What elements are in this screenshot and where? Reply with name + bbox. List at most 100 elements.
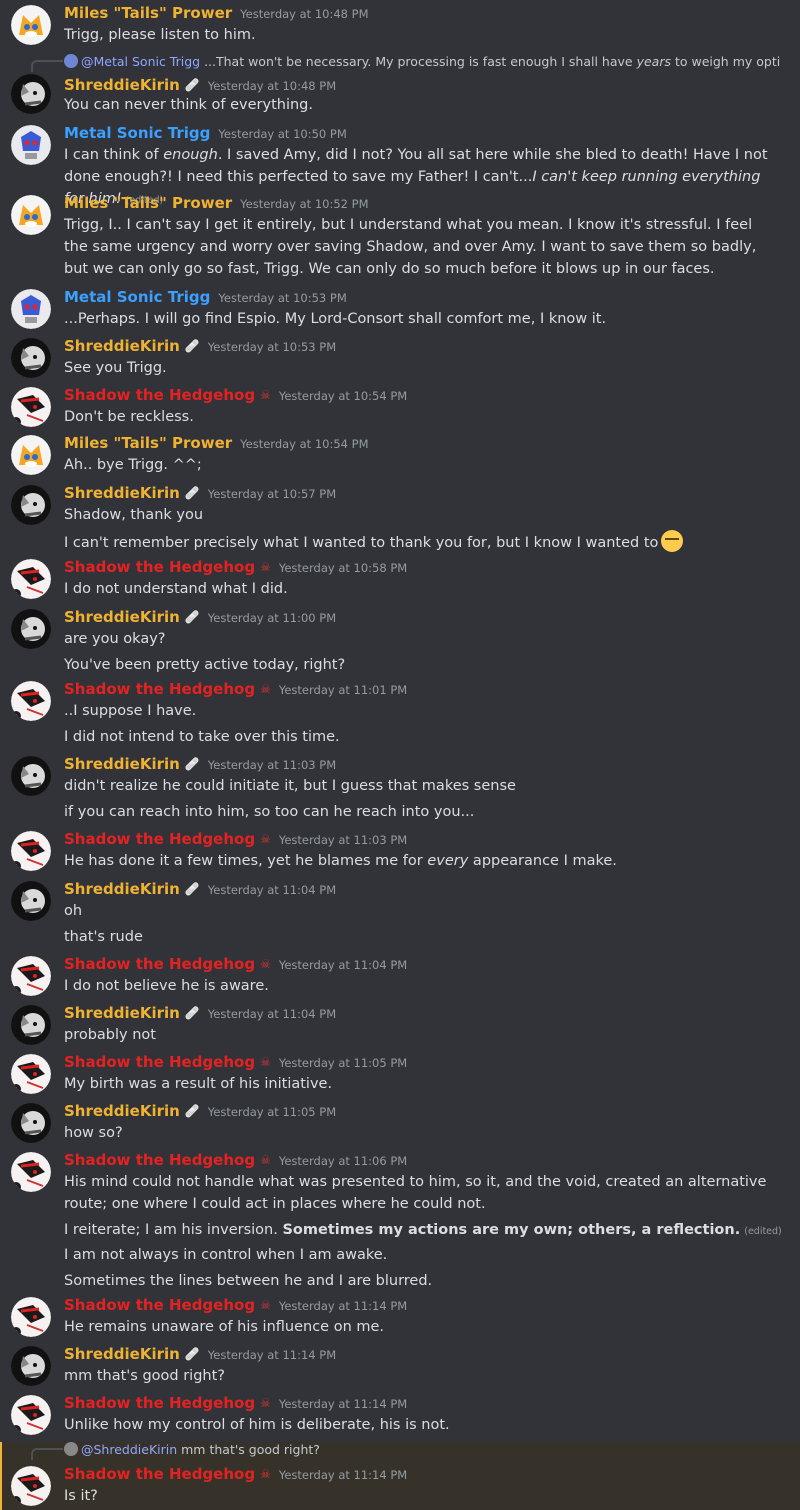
- reply-mention[interactable]: @Metal Sonic Trigg: [81, 54, 200, 69]
- message-header: ShreddieKirin 🩹 Yesterday at 10:53 PM: [64, 337, 336, 355]
- tails-avatar[interactable]: [11, 195, 51, 235]
- svg-text:1: 1: [14, 713, 18, 721]
- skull-badge-icon: ☠: [260, 388, 271, 402]
- username[interactable]: ShreddieKirin: [64, 880, 180, 898]
- reply-preview[interactable]: @Metal Sonic Trigg ...That won't be nece…: [64, 54, 780, 69]
- timestamp[interactable]: Yesterday at 11:14 PM: [279, 1468, 407, 1482]
- message-text: Trigg, please listen to him.: [64, 27, 256, 43]
- timestamp[interactable]: Yesterday at 10:50 PM: [218, 127, 346, 141]
- username[interactable]: ShreddieKirin: [64, 608, 180, 626]
- message-text: Unlike how my control of him is delibera…: [64, 1417, 450, 1433]
- timestamp[interactable]: Yesterday at 10:58 PM: [279, 561, 407, 575]
- username[interactable]: Shadow the Hedgehog: [64, 386, 255, 404]
- metal-avatar[interactable]: [11, 289, 51, 329]
- shadow-avatar[interactable]: 1: [11, 1297, 51, 1337]
- message-text: You've been pretty active today, right?: [64, 657, 346, 673]
- message-text: I can't remember precisely what I wanted…: [64, 530, 784, 554]
- message-text: oh: [64, 903, 83, 919]
- shreddie-avatar[interactable]: [11, 609, 51, 649]
- username[interactable]: Shadow the Hedgehog: [64, 1053, 255, 1071]
- username[interactable]: Shadow the Hedgehog: [64, 830, 255, 848]
- svg-text:1: 1: [14, 419, 18, 427]
- message-header: ShreddieKirin 🩹 Yesterday at 11:04 PM: [64, 1004, 336, 1022]
- timestamp[interactable]: Yesterday at 11:03 PM: [208, 758, 336, 772]
- shreddie-avatar[interactable]: [11, 1346, 51, 1386]
- username[interactable]: Miles "Tails" Prower: [64, 4, 232, 22]
- shreddie-avatar[interactable]: [11, 338, 51, 378]
- shadow-avatar[interactable]: 1: [11, 1152, 51, 1192]
- message-header: ShreddieKirin 🩹 Yesterday at 11:05 PM: [64, 1102, 336, 1120]
- shadow-avatar[interactable]: 1: [11, 1466, 51, 1506]
- shadow-avatar[interactable]: 1: [11, 681, 51, 721]
- timestamp[interactable]: Yesterday at 10:57 PM: [208, 487, 336, 501]
- timestamp[interactable]: Yesterday at 10:48 PM: [208, 79, 336, 93]
- username[interactable]: ShreddieKirin: [64, 337, 180, 355]
- timestamp[interactable]: Yesterday at 11:14 PM: [279, 1397, 407, 1411]
- message-header: Shadow the Hedgehog ☠ Yesterday at 11:01 P…: [64, 680, 407, 698]
- message-header: Metal Sonic Trigg Yesterday at 10:50 PM: [64, 124, 347, 142]
- message-text: ..I suppose I have.: [64, 703, 197, 719]
- username[interactable]: Shadow the Hedgehog: [64, 1296, 255, 1314]
- shadow-avatar[interactable]: 1: [11, 1054, 51, 1094]
- username[interactable]: ShreddieKirin: [64, 1004, 180, 1022]
- shreddie-avatar[interactable]: [11, 1005, 51, 1045]
- timestamp[interactable]: Yesterday at 10:54 PM: [279, 389, 407, 403]
- timestamp[interactable]: Yesterday at 11:04 PM: [208, 883, 336, 897]
- username[interactable]: ShreddieKirin: [64, 755, 180, 773]
- username[interactable]: Miles "Tails" Prower: [64, 194, 232, 212]
- timestamp[interactable]: Yesterday at 10:52 PM: [240, 197, 368, 211]
- timestamp[interactable]: Yesterday at 11:05 PM: [208, 1105, 336, 1119]
- reply-spine: [31, 1448, 63, 1460]
- timestamp[interactable]: Yesterday at 11:00 PM: [208, 611, 336, 625]
- timestamp[interactable]: Yesterday at 11:03 PM: [279, 833, 407, 847]
- username[interactable]: Shadow the Hedgehog: [64, 680, 255, 698]
- username[interactable]: Miles "Tails" Prower: [64, 434, 232, 452]
- shreddie-avatar[interactable]: [11, 881, 51, 921]
- message-header: Shadow the Hedgehog ☠ Yesterday at 11:14 P…: [64, 1394, 407, 1412]
- bandage-badge-icon: 🩹: [184, 757, 200, 771]
- bandage-badge-icon: 🩹: [184, 1104, 200, 1118]
- shreddie-avatar[interactable]: [11, 1103, 51, 1143]
- message-text: didn't realize he could initiate it, but…: [64, 778, 516, 794]
- username[interactable]: Metal Sonic Trigg: [64, 288, 210, 306]
- shadow-avatar[interactable]: 1: [11, 956, 51, 996]
- shadow-avatar[interactable]: 1: [11, 387, 51, 427]
- tails-avatar[interactable]: [11, 5, 51, 45]
- shadow-avatar[interactable]: 1: [11, 1395, 51, 1435]
- reply-mention[interactable]: @ShreddieKirin: [81, 1442, 177, 1457]
- tails-avatar[interactable]: [11, 435, 51, 475]
- timestamp[interactable]: Yesterday at 10:53 PM: [208, 340, 336, 354]
- username[interactable]: Shadow the Hedgehog: [64, 558, 255, 576]
- timestamp[interactable]: Yesterday at 10:54 PM: [240, 437, 368, 451]
- timestamp[interactable]: Yesterday at 11:04 PM: [279, 958, 407, 972]
- username[interactable]: Shadow the Hedgehog: [64, 1465, 255, 1483]
- username[interactable]: Metal Sonic Trigg: [64, 124, 210, 142]
- username[interactable]: Shadow the Hedgehog: [64, 955, 255, 973]
- reply-preview[interactable]: @ShreddieKirin mm that's good right?: [64, 1442, 780, 1457]
- timestamp[interactable]: Yesterday at 11:14 PM: [279, 1299, 407, 1313]
- username[interactable]: ShreddieKirin: [64, 484, 180, 502]
- bandage-badge-icon: 🩹: [184, 1347, 200, 1361]
- message-text: He has done it a few times, yet he blame…: [64, 853, 617, 869]
- timestamp[interactable]: Yesterday at 11:01 PM: [279, 683, 407, 697]
- timestamp[interactable]: Yesterday at 10:53 PM: [218, 291, 346, 305]
- timestamp[interactable]: Yesterday at 11:05 PM: [279, 1056, 407, 1070]
- username[interactable]: Shadow the Hedgehog: [64, 1151, 255, 1169]
- shadow-avatar[interactable]: 1: [11, 831, 51, 871]
- username[interactable]: ShreddieKirin: [64, 1345, 180, 1363]
- shreddie-avatar[interactable]: [11, 756, 51, 796]
- username[interactable]: ShreddieKirin: [64, 1102, 180, 1120]
- bandage-badge-icon: 🩹: [184, 882, 200, 896]
- metal-avatar[interactable]: [11, 125, 51, 165]
- shreddie-avatar[interactable]: [11, 485, 51, 525]
- timestamp[interactable]: Yesterday at 11:14 PM: [208, 1348, 336, 1362]
- timestamp[interactable]: Yesterday at 11:06 PM: [279, 1154, 407, 1168]
- username[interactable]: ShreddieKirin: [64, 76, 180, 94]
- skull-badge-icon: ☠: [260, 1153, 271, 1167]
- username[interactable]: Shadow the Hedgehog: [64, 1394, 255, 1412]
- timestamp[interactable]: Yesterday at 10:48 PM: [240, 7, 368, 21]
- timestamp[interactable]: Yesterday at 11:04 PM: [208, 1007, 336, 1021]
- shadow-avatar[interactable]: 1: [11, 559, 51, 599]
- shreddie-avatar[interactable]: [11, 74, 51, 114]
- message-header: Shadow the Hedgehog ☠ Yesterday at 11:03 P…: [64, 830, 407, 848]
